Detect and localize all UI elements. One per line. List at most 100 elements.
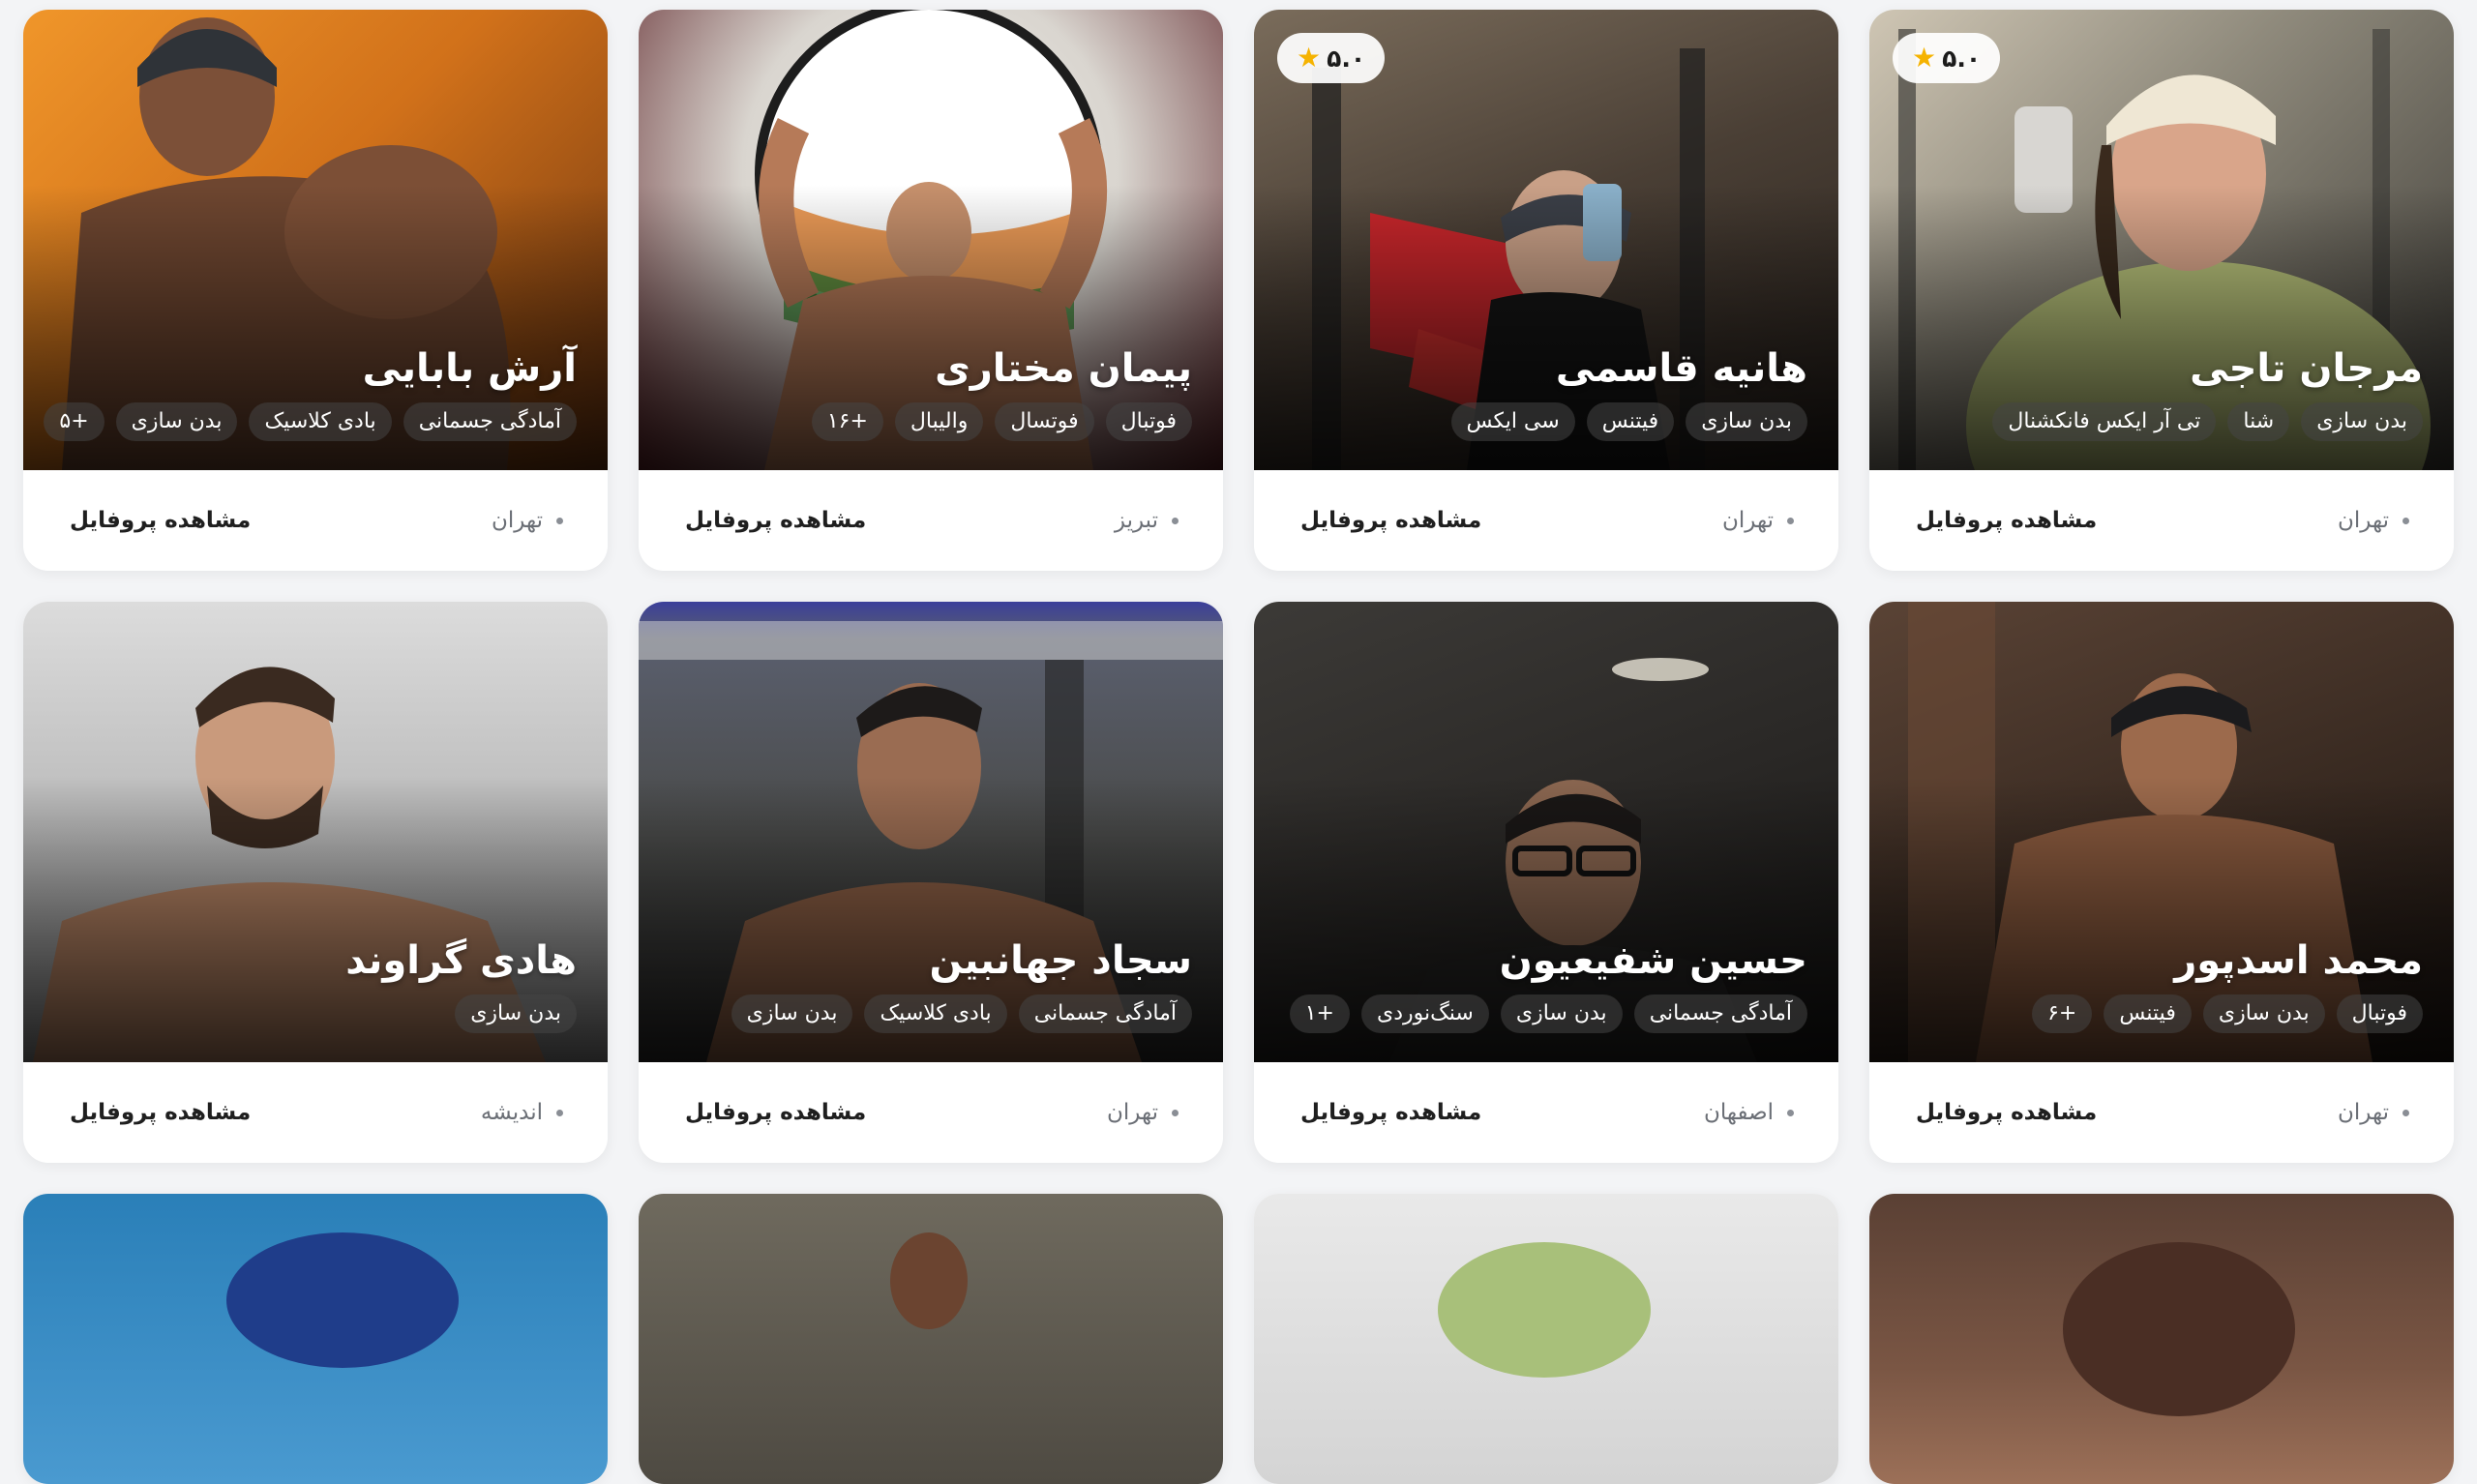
trainer-card[interactable]: ★ ۵.۰ هانیه قاسمی بدن سازی فیتنس سی ایکس…	[1254, 10, 1838, 571]
trainer-card[interactable]: آرش بابایی آمادگی جسمانی بادی کلاسیک بدن…	[23, 10, 608, 571]
trainer-card[interactable]: محمد اسدپور فوتبال بدن سازی فیتنس +۶ تهر…	[1869, 602, 2454, 1163]
rating-badge: ★ ۵.۰	[1893, 33, 2001, 83]
location: تهران	[2338, 1100, 2409, 1125]
sport-tag: فیتنس	[2104, 994, 2192, 1033]
bullet-icon	[1172, 517, 1179, 524]
trainer-photo[interactable]	[639, 1194, 1223, 1484]
sport-tags: آمادگی جسمانی بادی کلاسیک بدن سازی +۵	[43, 402, 577, 441]
sport-tag: بدن سازی	[2202, 994, 2325, 1033]
trainer-name: حسین شفیعیون	[1499, 938, 1807, 983]
location: اصفهان	[1704, 1100, 1794, 1125]
trainer-card[interactable]: ★ ۵.۰ مرجان تاجی بدن سازی شنا تی آر ایکس…	[1869, 10, 2454, 571]
more-tags-badge[interactable]: +۱۶	[811, 402, 883, 441]
view-profile-link[interactable]: مشاهده پروفایل	[685, 508, 866, 533]
rating-value: ۵.۰	[1942, 44, 1982, 73]
trainer-photo[interactable]: حسین شفیعیون آمادگی جسمانی بدن سازی سنگ‌…	[1254, 602, 1838, 1062]
star-icon: ★	[1912, 42, 1937, 74]
sport-tag: آمادگی جسمانی	[1018, 994, 1192, 1033]
trainer-card[interactable]	[1869, 1194, 2454, 1484]
trainer-card[interactable]: حسین شفیعیون آمادگی جسمانی بدن سازی سنگ‌…	[1254, 602, 1838, 1163]
view-profile-link[interactable]: مشاهده پروفایل	[1916, 1100, 2097, 1125]
sport-tags: بدن سازی شنا تی آر ایکس فانکشنال	[1889, 402, 2423, 441]
trainer-card[interactable]: هادی گراوند بدن سازی اندیشه مشاهده پروفا…	[23, 602, 608, 1163]
sport-tag: تی آر ایکس فانکشنال	[1992, 402, 2217, 441]
trainer-card[interactable]	[1254, 1194, 1838, 1484]
sport-tag: آمادگی جسمانی	[403, 402, 577, 441]
star-icon: ★	[1297, 42, 1322, 74]
sport-tag: فوتبال	[2336, 994, 2423, 1033]
bullet-icon	[1172, 1109, 1179, 1116]
location: تهران	[1722, 508, 1794, 533]
trainer-name: محمد اسدپور	[2174, 938, 2423, 983]
sport-tag: فوتبال	[1105, 402, 1192, 441]
more-tags-badge[interactable]: +۵	[44, 402, 104, 441]
trainer-card[interactable]: پیمان مختاری فوتبال فوتسال والیبال +۱۶ ت…	[639, 10, 1223, 571]
sport-tag: شنا	[2227, 402, 2290, 441]
city-label: اندیشه	[480, 1100, 543, 1125]
bullet-icon	[1787, 517, 1794, 524]
view-profile-link[interactable]: مشاهده پروفایل	[1300, 508, 1481, 533]
trainer-photo[interactable]: ★ ۵.۰ هانیه قاسمی بدن سازی فیتنس سی ایکس	[1254, 10, 1838, 470]
trainer-photo[interactable]: محمد اسدپور فوتبال بدن سازی فیتنس +۶	[1869, 602, 2454, 1062]
trainer-photo[interactable]	[1254, 1194, 1838, 1484]
card-footer: تهران مشاهده پروفایل	[1869, 1062, 2454, 1163]
view-profile-link[interactable]: مشاهده پروفایل	[1300, 1100, 1481, 1125]
trainer-name: مرجان تاجی	[2190, 346, 2423, 391]
trainer-name: آرش بابایی	[362, 346, 577, 391]
city-label: تهران	[2338, 1100, 2389, 1125]
bullet-icon	[556, 1109, 563, 1116]
sport-tag: سی ایکس	[1450, 402, 1575, 441]
card-footer: تهران مشاهده پروفایل	[1869, 470, 2454, 571]
trainer-name: هانیه قاسمی	[1555, 346, 1807, 391]
location: تهران	[492, 508, 563, 533]
sport-tag: بادی کلاسیک	[249, 402, 392, 441]
card-footer: اندیشه مشاهده پروفایل	[23, 1062, 608, 1163]
trainer-card[interactable]	[23, 1194, 608, 1484]
bullet-icon	[556, 517, 563, 524]
trainer-card[interactable]	[639, 1194, 1223, 1484]
sport-tags: فوتبال بدن سازی فیتنس +۶	[1889, 994, 2423, 1033]
more-tags-badge[interactable]: +۶	[2032, 994, 2093, 1033]
trainer-photo[interactable]: پیمان مختاری فوتبال فوتسال والیبال +۱۶	[639, 10, 1223, 470]
view-profile-link[interactable]: مشاهده پروفایل	[1916, 508, 2097, 533]
sport-tags: بدن سازی	[43, 994, 577, 1033]
city-label: تهران	[1107, 1100, 1158, 1125]
view-profile-link[interactable]: مشاهده پروفایل	[685, 1100, 866, 1125]
sport-tag: آمادگی جسمانی	[1633, 994, 1807, 1033]
sport-tag: بدن سازی	[2301, 402, 2423, 441]
sport-tag: بدن سازی	[1500, 994, 1623, 1033]
trainer-name: سجاد جهانبین	[929, 938, 1192, 983]
view-profile-link[interactable]: مشاهده پروفایل	[70, 508, 251, 533]
city-label: تهران	[1722, 508, 1774, 533]
trainer-photo[interactable]: سجاد جهانبین آمادگی جسمانی بادی کلاسیک ب…	[639, 602, 1223, 1062]
sport-tag: فیتنس	[1586, 402, 1675, 441]
sport-tag: بدن سازی	[1686, 402, 1807, 441]
city-label: تبریز	[1114, 508, 1158, 533]
more-tags-badge[interactable]: +۱	[1289, 994, 1350, 1033]
trainer-photo[interactable]: هادی گراوند بدن سازی	[23, 602, 608, 1062]
trainer-card[interactable]: سجاد جهانبین آمادگی جسمانی بادی کلاسیک ب…	[639, 602, 1223, 1163]
sport-tag: فوتسال	[995, 402, 1094, 441]
card-footer: اصفهان مشاهده پروفایل	[1254, 1062, 1838, 1163]
view-profile-link[interactable]: مشاهده پروفایل	[70, 1100, 251, 1125]
card-footer: تهران مشاهده پروفایل	[639, 1062, 1223, 1163]
rating-badge: ★ ۵.۰	[1277, 33, 1386, 83]
location: تهران	[1107, 1100, 1179, 1125]
city-label: تهران	[492, 508, 543, 533]
sport-tag: بادی کلاسیک	[864, 994, 1007, 1033]
bullet-icon	[2402, 517, 2409, 524]
card-footer: تهران مشاهده پروفایل	[1254, 470, 1838, 571]
trainer-photo[interactable]	[23, 1194, 608, 1484]
sport-tag: بدن سازی	[731, 994, 853, 1033]
trainer-photo[interactable]: آرش بابایی آمادگی جسمانی بادی کلاسیک بدن…	[23, 10, 608, 470]
trainer-photo[interactable]	[1869, 1194, 2454, 1484]
location: تهران	[2338, 508, 2409, 533]
location: اندیشه	[481, 1100, 563, 1125]
sport-tags: آمادگی جسمانی بادی کلاسیک بدن سازی	[658, 994, 1192, 1033]
card-footer: تبریز مشاهده پروفایل	[639, 470, 1223, 571]
bullet-icon	[2402, 1109, 2409, 1116]
sport-tag: بدن سازی	[115, 402, 238, 441]
sport-tags: بدن سازی فیتنس سی ایکس	[1273, 402, 1807, 441]
trainer-photo[interactable]: ★ ۵.۰ مرجان تاجی بدن سازی شنا تی آر ایکس…	[1869, 10, 2454, 470]
trainer-grid: ★ ۵.۰ مرجان تاجی بدن سازی شنا تی آر ایکس…	[23, 10, 2454, 1484]
